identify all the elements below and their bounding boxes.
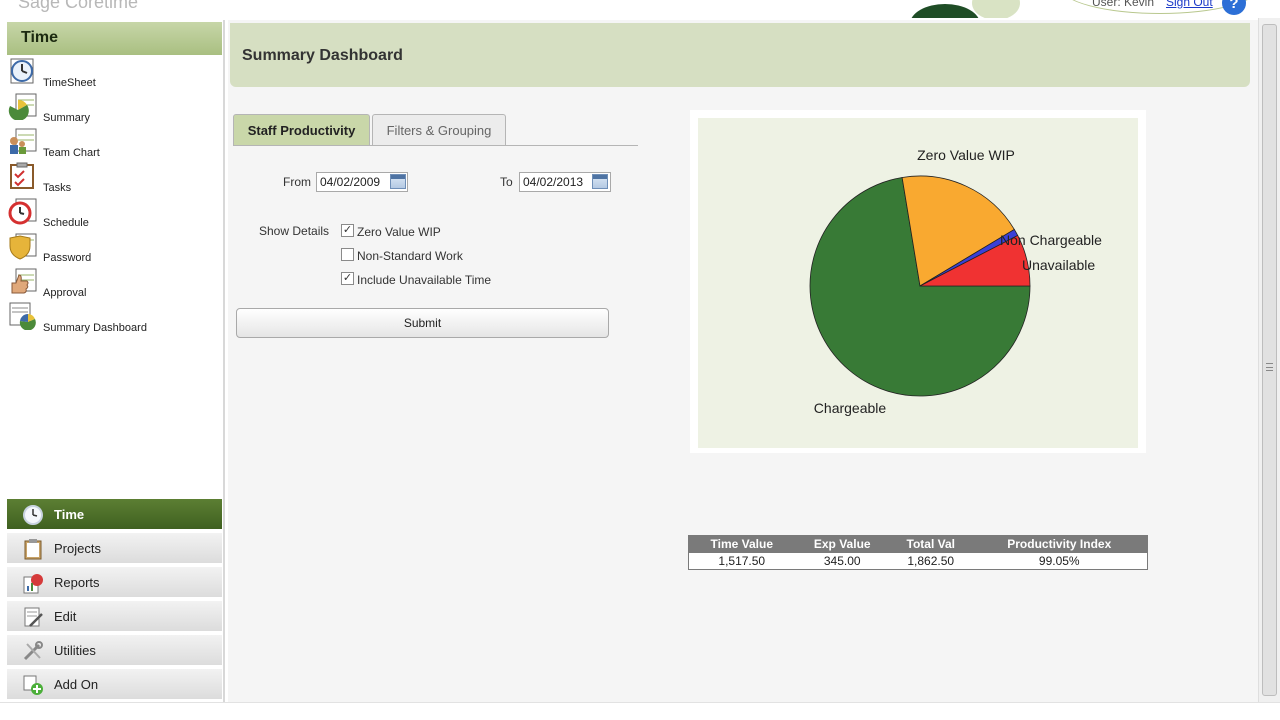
help-icon[interactable]: ?: [1222, 0, 1246, 15]
tabs-divider: [233, 145, 638, 146]
nav-projects[interactable]: Projects: [7, 533, 222, 565]
approval-icon: [11, 268, 37, 294]
sidebar-item-schedule[interactable]: Schedule: [7, 197, 222, 232]
scrollbar-grip: [1266, 363, 1273, 371]
sidebar-item-timesheet[interactable]: TimeSheet: [7, 57, 222, 92]
submit-button[interactable]: Submit: [236, 308, 609, 338]
calendar-icon[interactable]: [592, 174, 608, 189]
tasks-icon: [10, 162, 34, 189]
sidebar-header: Time: [7, 22, 222, 55]
scrollbar-thumb[interactable]: [1262, 24, 1277, 696]
summary-table: Time Value Exp Value Total Val Productiv…: [688, 535, 1148, 570]
main-content: Summary Dashboard Staff Productivity Fil…: [228, 20, 1258, 702]
page-title: Summary Dashboard: [242, 47, 403, 64]
pie-chart: Chargeable Zero Value WIP Non Chargeable Un…: [809, 147, 1102, 416]
sidebar: Time TimeSheet Summary Team Chart Tasks …: [7, 20, 225, 702]
sidebar-item-label: TimeSheet: [43, 77, 96, 89]
tab-staff-productivity[interactable]: Staff Productivity: [233, 114, 370, 145]
edit-icon: [24, 607, 43, 627]
column-header: Productivity Index: [971, 535, 1148, 553]
nav-reports[interactable]: Reports: [7, 567, 222, 599]
table-header-row: Time Value Exp Value Total Val Productiv…: [688, 535, 1148, 553]
team-chart-icon: [10, 128, 37, 154]
sidebar-item-label: Approval: [43, 287, 87, 299]
tab-filters-grouping[interactable]: Filters & Grouping: [372, 114, 506, 145]
sidebar-item-summary-dashboard[interactable]: Summary Dashboard: [7, 302, 222, 337]
sidebar-item-label: Password: [43, 252, 92, 264]
productivity-index-cell: 99.05%: [971, 552, 1148, 570]
summary-dashboard-icon: [9, 302, 36, 330]
banner-decoration: [910, 4, 980, 18]
to-label: To: [500, 175, 513, 189]
show-details-label: Show Details: [259, 224, 330, 238]
utilities-icon: [23, 641, 43, 661]
schedule-icon: [8, 198, 37, 225]
app-title: Sage Coretime: [18, 0, 139, 12]
status-bar: [0, 702, 1280, 720]
add-on-icon: [23, 675, 43, 695]
sidebar-item-label: Team Chart: [43, 147, 100, 159]
nav-label: Add On: [54, 677, 99, 692]
chart-area: Chargeable Zero Value WIP Non Chargeable Un…: [698, 118, 1138, 448]
nav-edit[interactable]: Edit: [7, 601, 222, 633]
pie-label: Non Chargeable: [1000, 232, 1102, 248]
sidebar-item-summary[interactable]: Summary: [7, 92, 222, 127]
time-value-cell: 1,517.50: [688, 552, 795, 570]
sidebar-item-label: Summary: [43, 112, 91, 124]
sidebar-item-label: Summary Dashboard: [43, 322, 147, 334]
nav-label: Edit: [54, 609, 77, 624]
clock-icon: [23, 505, 43, 525]
top-banner: Sage Coretime User: Kevin Sign Out ?: [0, 0, 1258, 18]
clipboard-icon: [24, 539, 42, 560]
nav-label: Time: [54, 507, 85, 522]
calendar-icon[interactable]: [390, 174, 406, 189]
pie-label: Zero Value WIP: [917, 147, 1015, 163]
sidebar-item-label: Tasks: [43, 182, 72, 194]
password-icon: [9, 233, 37, 260]
nav-label: Reports: [54, 575, 100, 590]
non-standard-work-checkbox[interactable]: [341, 248, 354, 261]
sidebar-item-approval[interactable]: Approval: [7, 267, 222, 302]
column-header: Total Val: [889, 535, 972, 553]
nav-add-on[interactable]: Add On: [7, 669, 222, 701]
zero-value-wip-checkbox[interactable]: ✓: [341, 224, 354, 237]
column-header: Time Value: [688, 535, 795, 553]
nav-utilities[interactable]: Utilities: [7, 635, 222, 667]
sign-out-link[interactable]: Sign Out: [1166, 0, 1213, 9]
nav-label: Projects: [54, 541, 101, 556]
checkbox-label: Non-Standard Work: [357, 249, 463, 263]
pie-label: Chargeable: [814, 400, 887, 416]
reports-icon: [23, 574, 43, 594]
pie-label: Unavailable: [1022, 257, 1095, 273]
vertical-scrollbar[interactable]: [1258, 18, 1280, 702]
nav-time[interactable]: Time: [7, 499, 222, 531]
total-val-cell: 1,862.50: [889, 552, 972, 570]
page-header: Summary Dashboard: [230, 23, 1250, 87]
timesheet-icon: [10, 58, 34, 84]
table-row: 1,517.50 345.00 1,862.50 99.05%: [688, 552, 1148, 570]
sidebar-item-label: Schedule: [43, 217, 89, 229]
sidebar-item-tasks[interactable]: Tasks: [7, 162, 222, 197]
sidebar-item-team-chart[interactable]: Team Chart: [7, 127, 222, 162]
sidebar-item-password[interactable]: Password: [7, 232, 222, 267]
summary-icon: [8, 93, 37, 120]
nav-label: Utilities: [54, 643, 96, 658]
checkbox-label: Zero Value WIP: [357, 225, 441, 239]
banner-decoration: [972, 0, 1020, 18]
column-header: Exp Value: [794, 535, 890, 553]
checkbox-label: Include Unavailable Time: [357, 273, 492, 287]
chart-panel: Chargeable Zero Value WIP Non Chargeable Un…: [690, 110, 1146, 453]
from-label: From: [283, 175, 311, 189]
user-label: User: Kevin: [1092, 0, 1155, 9]
include-unavailable-time-checkbox[interactable]: ✓: [341, 272, 354, 285]
exp-value-cell: 345.00: [794, 552, 890, 570]
